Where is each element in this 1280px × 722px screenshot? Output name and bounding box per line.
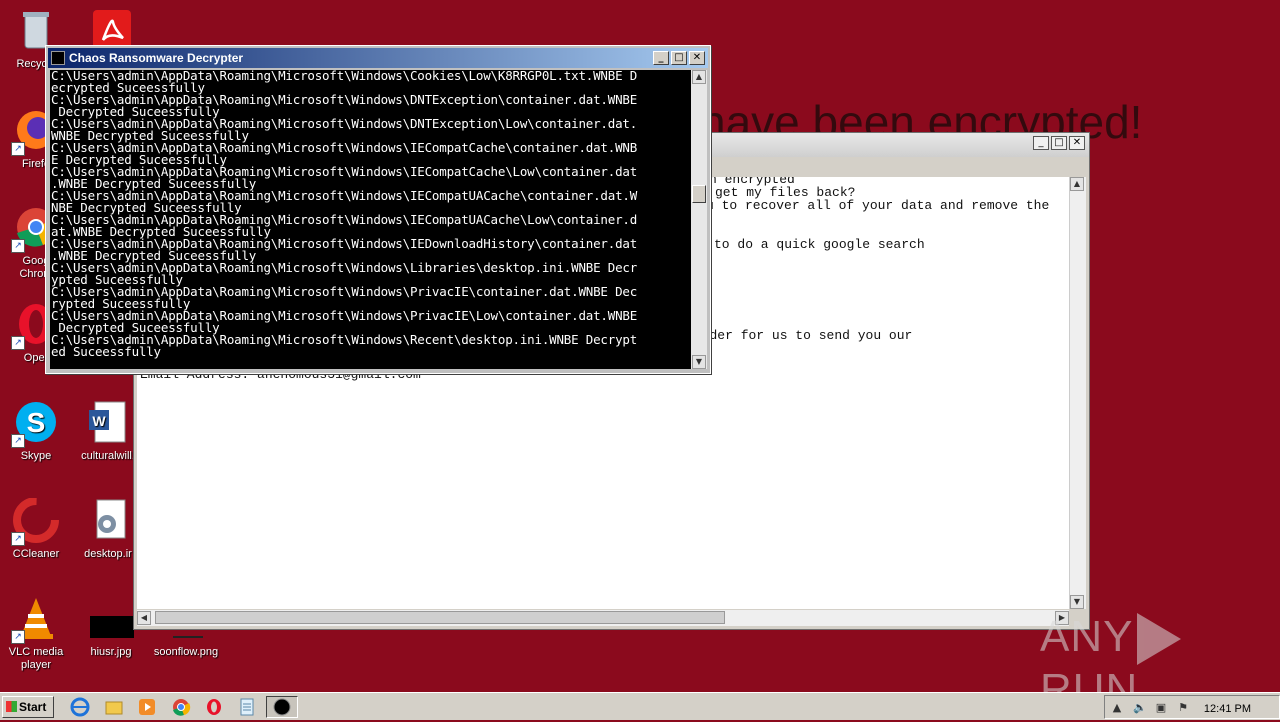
play-logo-icon <box>1137 613 1182 666</box>
console-title: Chaos Ransomware Decrypter <box>69 51 244 65</box>
close-button[interactable]: ✕ <box>1069 136 1085 150</box>
svg-text:S: S <box>27 407 46 438</box>
minimize-button[interactable]: _ <box>653 51 669 65</box>
watermark-left: ANY <box>1040 612 1134 661</box>
console-output-line: ed Suceessfully <box>51 344 161 359</box>
shortcut-arrow-icon: ↗ <box>11 142 25 156</box>
decrypter-console-window[interactable]: Chaos Ransomware Decrypter _ □ ✕ C:\User… <box>45 45 711 374</box>
media-player-icon[interactable] <box>137 697 157 717</box>
desktop-icon-label: Skype <box>20 450 52 462</box>
horizontal-scroll-thumb[interactable] <box>155 611 725 624</box>
shortcut-arrow-icon: ↗ <box>11 336 25 350</box>
volume-icon[interactable]: 🔈 <box>1133 702 1147 714</box>
desktop-icon-label: hiusr.jpg <box>90 646 132 658</box>
show-hidden-icons-icon[interactable]: ▲ <box>1111 702 1123 714</box>
desktop-icon-ccleaner[interactable]: ↗ CCleaner <box>0 497 72 561</box>
minimize-button[interactable]: _ <box>1033 136 1049 150</box>
opera-taskbar-icon[interactable] <box>204 697 224 717</box>
decrypter-taskbar-button[interactable] <box>266 696 298 718</box>
console-app-icon <box>51 51 65 65</box>
vertical-scrollbar[interactable]: ▲ ▼ <box>1069 177 1086 609</box>
console-vertical-scrollbar[interactable]: ▲ ▼ <box>691 70 707 369</box>
windows-logo-icon <box>6 701 17 712</box>
desktop-icon-label: desktop.ir <box>84 548 132 560</box>
desktop-icon-vlc[interactable]: ↗ VLC media player <box>0 596 72 672</box>
scroll-up-arrow-icon[interactable]: ▲ <box>1070 177 1084 191</box>
console-output[interactable]: C:\Users\admin\AppData\Roaming\Microsoft… <box>50 70 691 369</box>
taskbar: Start ▲ 🔈 ▣ ⚑ 12:41 PM <box>0 692 1280 720</box>
console-titlebar[interactable]: Chaos Ransomware Decrypter _ □ ✕ <box>48 48 708 68</box>
console-scroll-thumb[interactable] <box>692 185 706 203</box>
shortcut-arrow-icon: ↗ <box>11 532 25 546</box>
internet-explorer-icon[interactable] <box>70 697 90 717</box>
network-icon[interactable]: ▣ <box>1155 702 1167 714</box>
start-label: Start <box>19 700 47 714</box>
word-document-icon: W <box>85 400 131 446</box>
system-tray: ▲ 🔈 ▣ ⚑ 12:41 PM <box>1104 695 1280 719</box>
skype-icon: S ↗ <box>11 400 59 448</box>
file-explorer-icon[interactable] <box>104 697 124 717</box>
scroll-down-arrow-icon[interactable]: ▼ <box>1070 595 1084 609</box>
image-file-icon <box>88 596 134 642</box>
action-center-flag-icon[interactable]: ⚑ <box>1177 702 1189 714</box>
shortcut-arrow-icon: ↗ <box>11 239 25 253</box>
shortcut-arrow-icon: ↗ <box>11 434 25 448</box>
maximize-button[interactable]: □ <box>1051 136 1067 150</box>
chrome-taskbar-icon[interactable] <box>171 697 191 717</box>
start-button[interactable]: Start <box>2 696 54 718</box>
notepad-text-line: u to recover all of your data and remove… <box>706 198 1050 213</box>
shortcut-arrow-icon: ↗ <box>11 630 25 644</box>
desktop-icon-label: culturalwill. <box>81 450 135 462</box>
desktop-icon-label: VLC media <box>8 646 64 658</box>
notepad-text-line: to do a quick google search <box>714 237 925 252</box>
notepad-taskbar-icon[interactable] <box>237 697 257 717</box>
scroll-down-arrow-icon[interactable]: ▼ <box>692 355 706 369</box>
desktop-icon-skype[interactable]: S ↗ Skype <box>0 400 72 463</box>
taskbar-clock[interactable]: 12:41 PM <box>1204 703 1251 715</box>
desktop-icon-label: soonflow.png <box>153 646 219 658</box>
horizontal-scrollbar[interactable]: ◀ ▶ <box>137 610 1069 626</box>
maximize-button[interactable]: □ <box>671 51 687 65</box>
vlc-icon: ↗ <box>11 596 59 644</box>
svg-text:W: W <box>92 413 106 429</box>
desktop-icon-label: CCleaner <box>12 548 60 560</box>
desktop-icon-label-line2: player <box>21 659 51 671</box>
scroll-left-arrow-icon[interactable]: ◀ <box>137 611 151 625</box>
settings-file-icon <box>85 498 131 544</box>
ccleaner-icon: ↗ <box>11 497 59 546</box>
scroll-up-arrow-icon[interactable]: ▲ <box>692 70 706 84</box>
close-button[interactable]: ✕ <box>689 51 705 65</box>
